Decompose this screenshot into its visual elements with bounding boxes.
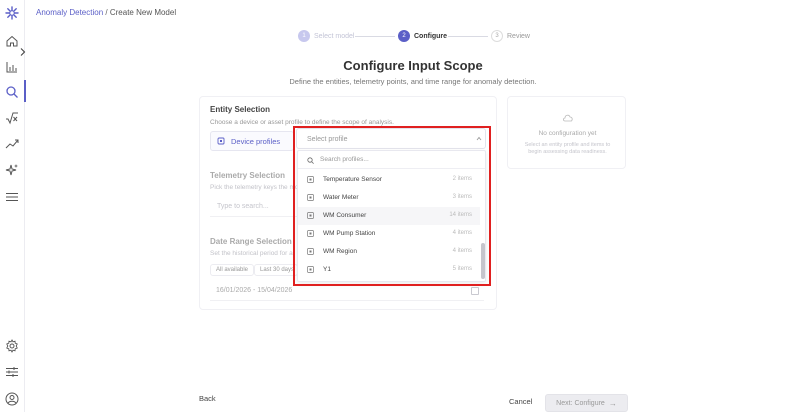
- search-icon[interactable]: [5, 85, 19, 99]
- profile-search-input[interactable]: Search profiles...: [298, 151, 485, 169]
- next-button-label: Next: Configure: [556, 399, 605, 407]
- profile-option-count: 2 items: [452, 176, 472, 182]
- sliders-icon[interactable]: [5, 365, 19, 379]
- page-subtitle: Define the entities, telemetry points, a…: [289, 77, 537, 86]
- profile-option-name: WM Region: [323, 248, 357, 255]
- stepper: 1 Select model 2 Configure 3 Review: [298, 30, 538, 42]
- step-label: Configure: [414, 32, 448, 40]
- chevron-up-icon[interactable]: [476, 136, 482, 141]
- last-30-days-chip[interactable]: Last 30 days: [254, 264, 298, 276]
- user-icon[interactable]: [5, 392, 19, 406]
- profile-option-name: Y1: [323, 266, 331, 273]
- dropdown-scrollbar[interactable]: [481, 243, 485, 279]
- profile-option-name: WM Pump Station: [323, 230, 376, 237]
- gear-icon[interactable]: [5, 339, 19, 353]
- home-icon[interactable]: [5, 34, 19, 48]
- step-label: Review: [507, 32, 530, 40]
- profile-icon: [307, 176, 314, 183]
- profile-option-count: 14 items: [449, 212, 472, 218]
- readiness-panel: No configuration yet Select an entity pr…: [507, 96, 626, 169]
- step-select-model[interactable]: 1 Select model: [298, 30, 354, 42]
- date-range-title: Date Range Selection: [210, 237, 292, 246]
- calendar-icon[interactable]: [471, 287, 479, 295]
- page-title: Configure Input Scope: [343, 58, 483, 73]
- readiness-panel-title: No configuration yet: [538, 130, 597, 137]
- all-available-chip[interactable]: All available: [210, 264, 255, 276]
- profile-dropdown: Search profiles... Temperature Sensor 2 …: [297, 150, 486, 282]
- chevron-right-icon[interactable]: [18, 47, 27, 57]
- profile-icon: [307, 194, 314, 201]
- date-range-field[interactable]: 16/01/2026 - 15/04/2026: [210, 281, 484, 301]
- step-configure: 2 Configure: [398, 30, 447, 42]
- step-number: 1: [298, 30, 310, 42]
- profile-option-wm-consumer[interactable]: WM Consumer 14 items: [298, 207, 480, 225]
- profile-option-name: Water Meter: [323, 194, 359, 201]
- next-configure-button[interactable]: Next: Configure →: [545, 394, 628, 412]
- profile-icon: [307, 212, 314, 219]
- profile-option-wm-region[interactable]: WM Region 4 items: [298, 243, 480, 261]
- readiness-panel-description: Select an entity profile and items to be…: [524, 142, 611, 155]
- profile-option-name: WM Consumer: [323, 212, 367, 219]
- entity-selection-title: Entity Selection: [210, 105, 271, 114]
- cancel-button[interactable]: Cancel: [509, 397, 532, 406]
- profile-option-y1[interactable]: Y1 5 items: [298, 261, 480, 279]
- telemetry-selection-description: Pick the telemetry keys the mo: [210, 184, 299, 191]
- sparkle-icon[interactable]: [5, 163, 19, 177]
- profile-option-wm-pump-station[interactable]: WM Pump Station 4 items: [298, 225, 480, 243]
- device-profiles-button[interactable]: Device profiles: [210, 131, 294, 151]
- profile-icon: [307, 266, 314, 273]
- breadcrumb-parent-link[interactable]: Anomaly Detection: [36, 8, 103, 17]
- entity-selection-description: Choose a device or asset profile to defi…: [210, 119, 394, 126]
- trend-icon[interactable]: [5, 137, 19, 151]
- breadcrumb-separator: /: [105, 8, 108, 17]
- profile-search-placeholder: Search profiles...: [320, 156, 369, 163]
- date-range-description: Set the historical period for a: [210, 250, 293, 257]
- profile-icon: [307, 248, 314, 255]
- telemetry-selection-title: Telemetry Selection: [210, 171, 285, 180]
- profile-select[interactable]: Select profile: [296, 128, 486, 149]
- logo-icon[interactable]: [5, 6, 19, 20]
- function-icon[interactable]: [5, 111, 19, 125]
- step-connector: [355, 36, 395, 37]
- profile-option-name: Temperature Sensor: [323, 176, 382, 183]
- profile-option-count: 5 items: [452, 266, 472, 272]
- device-profiles-label: Device profiles: [231, 136, 281, 146]
- step-label: Select model: [314, 32, 355, 40]
- step-connector: [448, 36, 488, 37]
- step-number: 3: [491, 30, 503, 42]
- profile-option-count: 4 items: [452, 248, 472, 254]
- breadcrumb-current: Create New Model: [109, 8, 177, 17]
- back-button[interactable]: Back: [199, 394, 216, 403]
- profile-option-temperature-sensor[interactable]: Temperature Sensor 2 items: [298, 171, 480, 189]
- profile-option-count: 4 items: [452, 230, 472, 236]
- profile-icon: [307, 230, 314, 237]
- profile-option-water-meter[interactable]: Water Meter 3 items: [298, 189, 480, 207]
- step-number: 2: [398, 30, 410, 42]
- breadcrumb: Anomaly Detection / Create New Model: [36, 8, 176, 17]
- search-icon: [307, 157, 314, 164]
- device-icon: [217, 137, 225, 145]
- profile-option-count: 3 items: [452, 194, 472, 200]
- menu-icon[interactable]: [5, 190, 19, 204]
- arrow-right-icon: →: [608, 398, 617, 408]
- step-review: 3 Review: [491, 30, 530, 42]
- telemetry-search-input[interactable]: Type to search...: [210, 197, 300, 217]
- cloud-icon: [562, 113, 574, 123]
